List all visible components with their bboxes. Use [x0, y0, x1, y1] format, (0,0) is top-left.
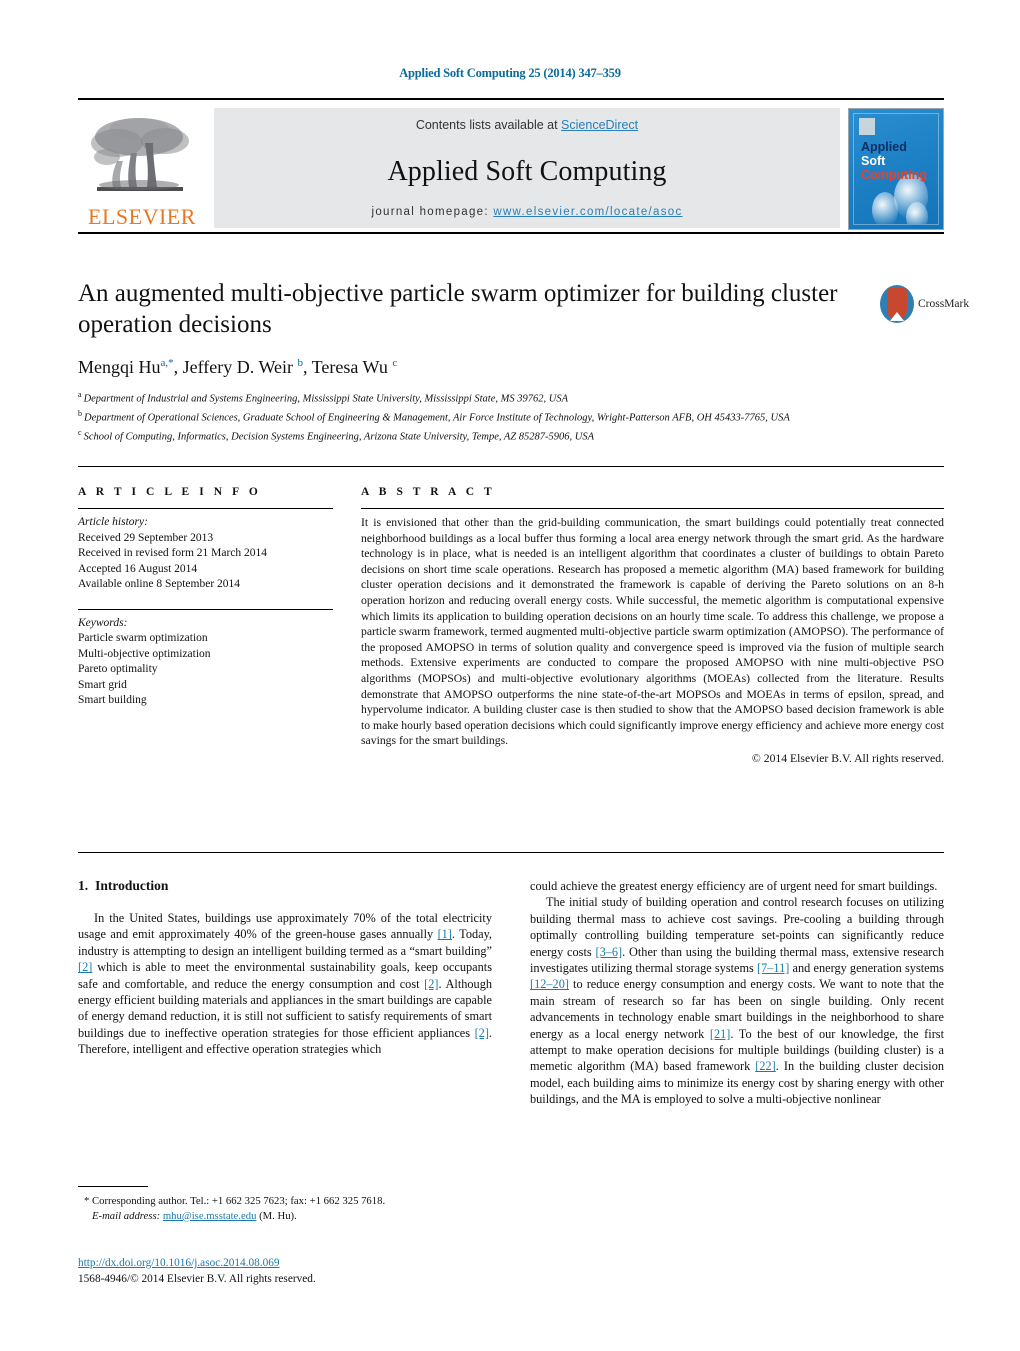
affiliation-list: a Department of Industrial and Systems E… — [78, 388, 878, 445]
cover-title-line-3: Computing — [861, 168, 927, 182]
journal-band: Contents lists available at ScienceDirec… — [214, 108, 840, 228]
article-history-item: Received in revised form 21 March 2014 — [78, 547, 268, 559]
elsevier-wordmark: ELSEVIER — [88, 204, 196, 229]
citation-link[interactable]: [2] — [424, 977, 438, 991]
abstract-bottom-rule — [78, 852, 944, 853]
citation-link[interactable]: [12–20] — [530, 977, 569, 991]
footnote-corresponding-text: Corresponding author. Tel.: +1 662 325 7… — [92, 1195, 386, 1207]
homepage-line: journal homepage: www.elsevier.com/locat… — [214, 206, 840, 224]
article-history-item: Accepted 16 August 2014 — [78, 562, 198, 575]
citation-link[interactable]: [3–6] — [595, 945, 622, 959]
article-info-rule — [78, 508, 333, 509]
column-gap — [333, 486, 361, 765]
body-column-right: could achieve the greatest energy effici… — [530, 878, 944, 1108]
article-info-heading: A R T I C L E I N F O — [78, 486, 262, 498]
keyword-item: Particle swarm optimization — [78, 632, 208, 644]
article-history-list: Received 29 September 2013 Received in re… — [78, 531, 333, 593]
keywords-label: Keywords: — [78, 616, 128, 629]
abstract-heading: A B S T R A C T — [361, 486, 496, 498]
keyword-item: Smart grid — [78, 678, 127, 691]
running-head: Applied Soft Computing 25 (2014) 347–359 — [399, 66, 621, 80]
citation-link[interactable]: [2] — [475, 1026, 489, 1040]
section-number: 1. — [78, 878, 89, 893]
keywords-rule — [78, 608, 333, 610]
affiliation-b: b Department of Operational Sciences, Gr… — [78, 409, 790, 424]
affiliation-a: a Department of Industrial and Systems E… — [78, 390, 568, 405]
keyword-item: Multi-objective optimization — [78, 647, 211, 660]
corresponding-author-footnote: * Corresponding author. Tel.: +1 662 325… — [78, 1186, 492, 1224]
footnote-star: * — [84, 1195, 90, 1207]
affiliation-c: c School of Computing, Informatics, Deci… — [78, 428, 595, 443]
abstract-text: It is envisioned that other than the gri… — [361, 516, 944, 748]
crossmark-icon — [880, 285, 914, 323]
keywords-list: Particle swarm optimization Multi-objecti… — [78, 631, 333, 709]
affiliation-mark: c — [78, 428, 84, 437]
footnote-email-label: E-mail address: — [92, 1210, 161, 1222]
cover-title-line-1: Applied — [861, 140, 907, 154]
body-column-gap — [492, 878, 530, 1108]
footnote-corresponding-line: * Corresponding author. Tel.: +1 662 325… — [78, 1194, 492, 1209]
body-paragraph: The initial study of building operation … — [530, 895, 944, 1107]
journal-homepage-link[interactable]: www.elsevier.com/locate/asoc — [493, 206, 682, 218]
paper-page: Applied Soft Computing 25 (2014) 347–359 — [0, 0, 1020, 1351]
elsevier-logo: ELSEVIER — [78, 108, 206, 230]
elsevier-tree-icon — [87, 113, 197, 205]
article-info-column: A R T I C L E I N F O Article history: R… — [78, 486, 333, 765]
footnote-email-link[interactable]: mhu@ise.msstate.edu — [163, 1210, 257, 1222]
article-history-label: Article history: — [78, 516, 148, 528]
keywords-group: Keywords: Particle swarm optimization Mul… — [78, 616, 333, 709]
title-block: An augmented multi-objective particle sw… — [78, 278, 868, 445]
affiliation-mark: a — [78, 390, 84, 399]
body-paragraph: could achieve the greatest energy effici… — [530, 879, 938, 893]
body-paragraph: In the United States, buildings use appr… — [78, 911, 492, 1057]
body-left-paragraphs: In the United States, buildings use appr… — [78, 910, 492, 1058]
cover-elsevier-mark-icon — [859, 118, 875, 135]
article-history-item: Available online 8 September 2014 — [78, 578, 241, 590]
cover-title: Applied Soft Computing — [861, 140, 927, 182]
citation-link[interactable]: [2] — [78, 960, 92, 974]
sciencedirect-link[interactable]: ScienceDirect — [561, 118, 638, 132]
contents-line: Contents lists available at ScienceDirec… — [214, 118, 840, 132]
author-list: Mengqi Hua,*, Jeffery D. Weir b, Teresa … — [78, 357, 398, 377]
abstract-rule — [361, 508, 944, 509]
body-column-left: 1. Introduction In the United States, bui… — [78, 878, 492, 1108]
footer-doi-block: http://dx.doi.org/10.1016/j.asoc.2014.08… — [78, 1256, 578, 1287]
cover-blob-3 — [906, 202, 928, 224]
section-heading-introduction: 1. Introduction — [78, 878, 492, 894]
title-bottom-rule — [78, 466, 944, 467]
crossmark-label: CrossMark — [918, 298, 970, 310]
cover-title-line-2: Soft — [861, 154, 886, 168]
citation-link[interactable]: [1] — [438, 927, 452, 941]
homepage-prefix: journal homepage: — [371, 206, 494, 218]
citation-link[interactable]: [22] — [755, 1059, 776, 1073]
masthead-bottom-rule — [78, 232, 944, 234]
article-history-group: Article history: Received 29 September 2… — [78, 515, 333, 593]
issn-copyright: 1568-4946/© 2014 Elsevier B.V. All right… — [78, 1272, 316, 1285]
body-right-paragraphs: could achieve the greatest energy effici… — [530, 878, 944, 1108]
keyword-item: Pareto optimality — [78, 663, 158, 675]
journal-masthead: ELSEVIER Contents lists available at Sci… — [78, 98, 944, 230]
contents-prefix: Contents lists available at — [415, 118, 562, 132]
journal-cover-thumbnail: Applied Soft Computing — [848, 108, 944, 230]
keyword-item: Smart building — [78, 694, 147, 706]
abstract-column: A B S T R A C T It is envisioned that ot… — [361, 486, 944, 765]
citation-link[interactable]: [21] — [710, 1027, 731, 1041]
info-abstract-region: A R T I C L E I N F O Article history: R… — [78, 486, 944, 765]
footnote-rule — [78, 1186, 148, 1187]
footnote-email-line: E-mail address: mhu@ise.msstate.edu (M. … — [78, 1209, 492, 1224]
citation-link[interactable]: [7–11] — [757, 961, 789, 975]
affiliation-mark: b — [78, 409, 84, 418]
section-title: Introduction — [95, 878, 169, 893]
journal-title: Applied Soft Computing — [387, 156, 667, 187]
crossmark-badge[interactable]: CrossMark — [880, 282, 969, 326]
abstract-copyright: © 2014 Elsevier B.V. All rights reserved… — [751, 751, 944, 765]
footnote-email-suffix: (M. Hu). — [259, 1210, 297, 1222]
cover-blob-2 — [872, 192, 898, 224]
body-columns: 1. Introduction In the United States, bui… — [78, 878, 944, 1108]
article-history-item: Received 29 September 2013 — [78, 531, 214, 544]
doi-link[interactable]: http://dx.doi.org/10.1016/j.asoc.2014.08… — [78, 1256, 578, 1272]
page-title: An augmented multi-objective particle sw… — [78, 280, 838, 338]
